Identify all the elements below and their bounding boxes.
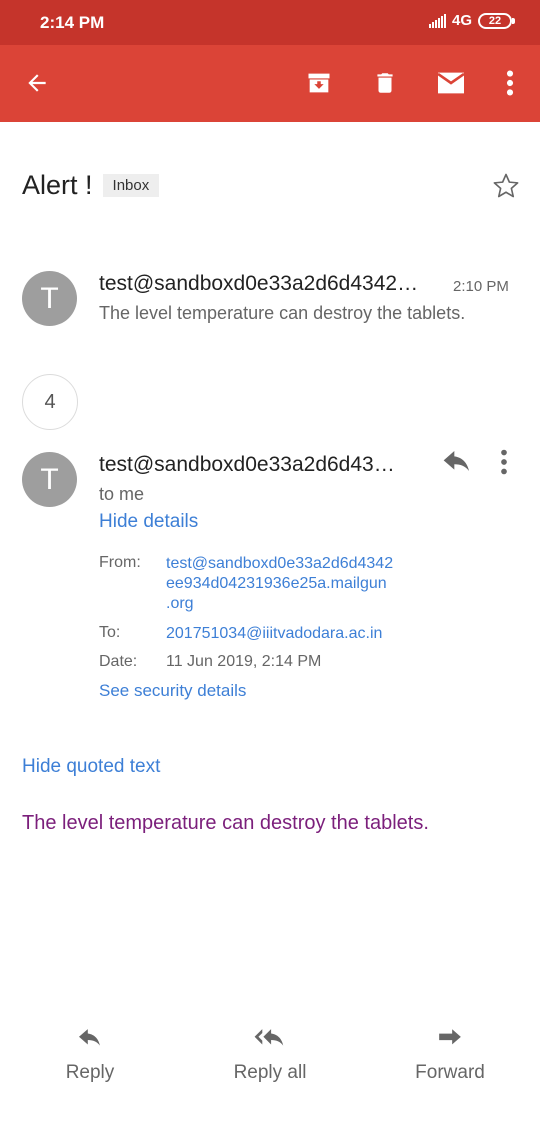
forward-icon — [437, 1028, 463, 1056]
from-label: From: — [99, 554, 141, 571]
avatar: T — [22, 452, 77, 507]
forward-button[interactable]: Forward — [390, 1028, 510, 1084]
security-details-link[interactable]: See security details — [99, 681, 246, 701]
network-type: 4G — [451, 12, 472, 29]
to-value[interactable]: 201751034@iiitvadodara.ac.in — [166, 624, 382, 644]
star-icon[interactable] — [491, 171, 521, 206]
trash-icon[interactable] — [367, 65, 403, 101]
date-label: Date: — [99, 653, 138, 670]
reply-all-label: Reply all — [233, 1062, 307, 1083]
from-line: ee934d04231936e25a.mailgun — [166, 575, 387, 592]
sender-name: test@sandboxd0e33a2d6d43… — [99, 453, 395, 476]
status-indicators: 4G 22 — [428, 12, 515, 29]
hide-details-link[interactable]: Hide details — [99, 511, 198, 533]
reply-all-icon — [252, 1028, 288, 1056]
message-snippet: The level temperature can destroy the ta… — [99, 303, 466, 323]
status-time: 2:14 PM — [40, 13, 105, 32]
reply-button[interactable]: Reply — [30, 1028, 150, 1084]
more-vert-icon[interactable] — [492, 65, 528, 101]
reply-icon — [76, 1028, 104, 1056]
arrow-left-icon[interactable] — [19, 65, 55, 101]
hide-quoted-text-link[interactable]: Hide quoted text — [22, 756, 160, 778]
reply-all-button[interactable]: Reply all — [210, 1028, 330, 1084]
recipient-summary: to me — [99, 484, 145, 504]
status-bar: 2:14 PM 4G 22 — [0, 0, 540, 45]
inbox-label[interactable]: Inbox — [102, 174, 160, 197]
date-value: 11 Jun 2019, 2:14 PM — [166, 653, 322, 670]
reply-icon[interactable] — [441, 449, 473, 482]
message-body: The level temperature can destroy the ta… — [22, 812, 429, 834]
battery-level: 22 — [488, 14, 502, 27]
forward-label: Forward — [415, 1062, 485, 1083]
subject-row: Alert ! Inbox — [22, 170, 160, 201]
signal-icon — [428, 13, 446, 28]
mail-icon[interactable] — [433, 65, 469, 101]
to-label: To: — [99, 624, 121, 641]
hidden-messages-count[interactable]: 4 — [22, 374, 78, 430]
battery-icon: 22 — [478, 12, 515, 29]
from-line: test@sandboxd0e33a2d6d4342 — [166, 555, 394, 572]
more-vert-icon[interactable] — [500, 449, 508, 480]
app-bar — [0, 45, 540, 122]
subject-title: Alert ! — [22, 170, 93, 200]
from-value[interactable]: test@sandboxd0e33a2d6d4342 ee934d0423193… — [166, 554, 393, 614]
sender-name: test@sandboxd0e33a2d6d4342… — [99, 272, 419, 295]
from-line: .org — [166, 595, 194, 612]
message-time: 2:10 PM — [453, 278, 509, 295]
reply-label: Reply — [65, 1062, 115, 1083]
avatar: T — [22, 271, 77, 326]
archive-icon[interactable] — [301, 65, 337, 101]
